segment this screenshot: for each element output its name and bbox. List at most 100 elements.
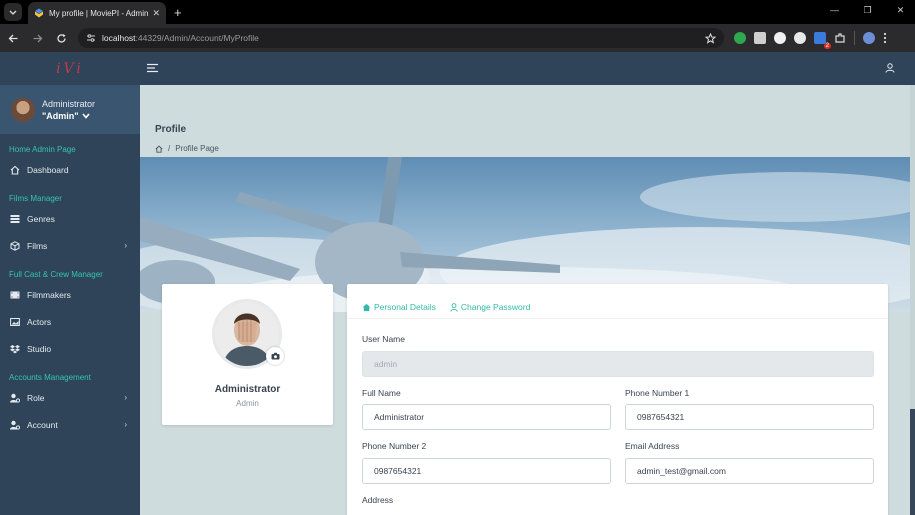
tab-personal-details[interactable]: Personal Details: [362, 302, 436, 312]
chevron-right-icon: ›: [124, 241, 127, 250]
sidebar-item-label: Role: [27, 392, 45, 403]
section-home-admin: Home Admin Page: [9, 145, 76, 154]
section-films-manager: Films Manager: [9, 194, 62, 203]
home-icon[interactable]: [155, 145, 163, 153]
sidebar-user-name: Administrator: [42, 98, 96, 109]
back-button[interactable]: [2, 27, 24, 49]
sidebar-item-studio[interactable]: Studio: [0, 335, 140, 362]
browser-tab-strip: My profile | MoviePI - Admin ✕ + — ❐ ✕: [0, 0, 915, 24]
logo-area[interactable]: iVi: [0, 52, 140, 85]
address-bar[interactable]: localhost:44329/Admin/Account/MyProfile: [78, 28, 724, 48]
browser-toolbar: localhost:44329/Admin/Account/MyProfile …: [0, 24, 915, 52]
sidebar-item-films[interactable]: Films ›: [0, 232, 140, 259]
sidebar-item-label: Filmmakers: [27, 289, 71, 300]
user-icon: [450, 302, 458, 312]
dropbox-icon: [10, 344, 20, 353]
phone1-label: Phone Number 1: [625, 388, 690, 398]
list-icon: [10, 214, 20, 223]
phone2-label: Phone Number 2: [362, 441, 427, 451]
more-menu-icon[interactable]: [883, 32, 887, 44]
puzzle-icon[interactable]: [834, 32, 846, 44]
phone1-field[interactable]: 0987654321: [625, 404, 874, 430]
tab-search-button[interactable]: [4, 3, 22, 21]
app-logo: iVi: [56, 60, 84, 77]
menu-toggle-icon[interactable]: [147, 63, 158, 73]
sidebar-item-actors[interactable]: Actors: [0, 308, 140, 335]
new-tab-button[interactable]: +: [174, 5, 182, 20]
sidebar: Administrator "Admin" Home Admin Page Da…: [0, 85, 140, 515]
extension-blue-icon[interactable]: 2: [814, 32, 831, 49]
user-cog-icon: [10, 393, 20, 403]
close-tab-icon[interactable]: ✕: [152, 8, 160, 19]
extension-grey-icon[interactable]: [754, 32, 766, 44]
tab-change-password[interactable]: Change Password: [450, 302, 530, 312]
sidebar-item-filmmakers[interactable]: Filmmakers: [0, 281, 140, 308]
chevron-down-icon: [9, 10, 17, 15]
camera-icon: [271, 352, 279, 360]
chevron-right-icon: ›: [124, 420, 127, 429]
url-text: localhost:44329/Admin/Account/MyProfile: [102, 33, 259, 43]
section-accounts: Accounts Management: [9, 373, 91, 382]
extension-circle-icon[interactable]: [794, 32, 806, 44]
avatar: [11, 97, 35, 122]
sidebar-item-genres[interactable]: Genres: [0, 205, 140, 232]
site-settings-icon[interactable]: [86, 33, 96, 43]
scrollbar-thumb[interactable]: [910, 409, 915, 515]
sidebar-user-box: Administrator "Admin": [0, 85, 140, 134]
forward-button[interactable]: [26, 27, 48, 49]
user-menu-icon[interactable]: [885, 63, 895, 73]
home-icon: [362, 303, 371, 311]
sidebar-item-label: Account: [27, 419, 58, 430]
change-photo-button[interactable]: [266, 347, 284, 365]
sidebar-item-account[interactable]: Account ›: [0, 411, 140, 438]
image-icon: [10, 317, 20, 326]
address-label: Address: [362, 495, 394, 505]
main-content: Profile / Profile Page Administrator Adm…: [140, 85, 910, 515]
user-cog-icon: [10, 420, 20, 430]
section-cast-crew: Full Cast & Crew Manager: [9, 270, 103, 279]
reload-button[interactable]: [50, 27, 72, 49]
sidebar-item-label: Studio: [27, 343, 52, 354]
profile-avatar-icon[interactable]: [863, 32, 875, 44]
extension-green-icon[interactable]: [734, 32, 746, 44]
window-controls: — ❐ ✕: [818, 5, 915, 16]
sidebar-item-dashboard[interactable]: Dashboard: [0, 156, 140, 183]
user-role-dropdown[interactable]: "Admin": [42, 111, 95, 121]
fullname-label: Full Name: [362, 388, 401, 398]
extension-white-icon[interactable]: [774, 32, 786, 44]
tab-label: Personal Details: [374, 302, 436, 312]
close-window-button[interactable]: ✕: [884, 5, 915, 16]
sidebar-item-label: Films: [27, 240, 48, 251]
phone2-field[interactable]: 0987654321: [362, 458, 611, 484]
arrow-left-icon: [8, 34, 17, 42]
arrow-right-icon: [33, 34, 42, 42]
sidebar-item-label: Dashboard: [27, 164, 69, 175]
username-field[interactable]: admin: [362, 351, 874, 377]
breadcrumb-current: Profile Page: [175, 144, 219, 153]
chevron-right-icon: ›: [124, 393, 127, 402]
chevron-down-icon: [81, 112, 90, 119]
breadcrumb: / Profile Page: [155, 144, 219, 153]
email-field[interactable]: admin_test@gmail.com: [625, 458, 874, 484]
profile-summary-card: Administrator Admin: [162, 284, 333, 425]
page-scrollbar[interactable]: [910, 85, 915, 515]
app-header: iVi: [0, 52, 915, 85]
email-label: Email Address: [625, 441, 680, 451]
user-role-label: "Admin": [42, 110, 79, 121]
tab-title: My profile | MoviePI - Admin: [49, 8, 149, 18]
extensions-bar: 2: [734, 31, 887, 49]
tab-label: Change Password: [460, 302, 531, 312]
film-icon: [10, 291, 20, 298]
toolbar-divider: [854, 31, 855, 45]
minimize-button[interactable]: —: [818, 5, 851, 16]
restore-button[interactable]: ❐: [851, 5, 884, 16]
sidebar-item-role[interactable]: Role ›: [0, 384, 140, 411]
bookmark-star-icon[interactable]: [705, 32, 716, 44]
favicon-icon: [35, 8, 43, 18]
sidebar-item-label: Genres: [27, 213, 55, 224]
profile-tabs: Personal Details Change Password: [362, 302, 530, 312]
reload-icon: [56, 33, 66, 43]
fullname-field[interactable]: Administrator: [362, 404, 611, 430]
browser-tab[interactable]: My profile | MoviePI - Admin ✕: [28, 2, 166, 24]
breadcrumb-separator: /: [168, 144, 171, 153]
